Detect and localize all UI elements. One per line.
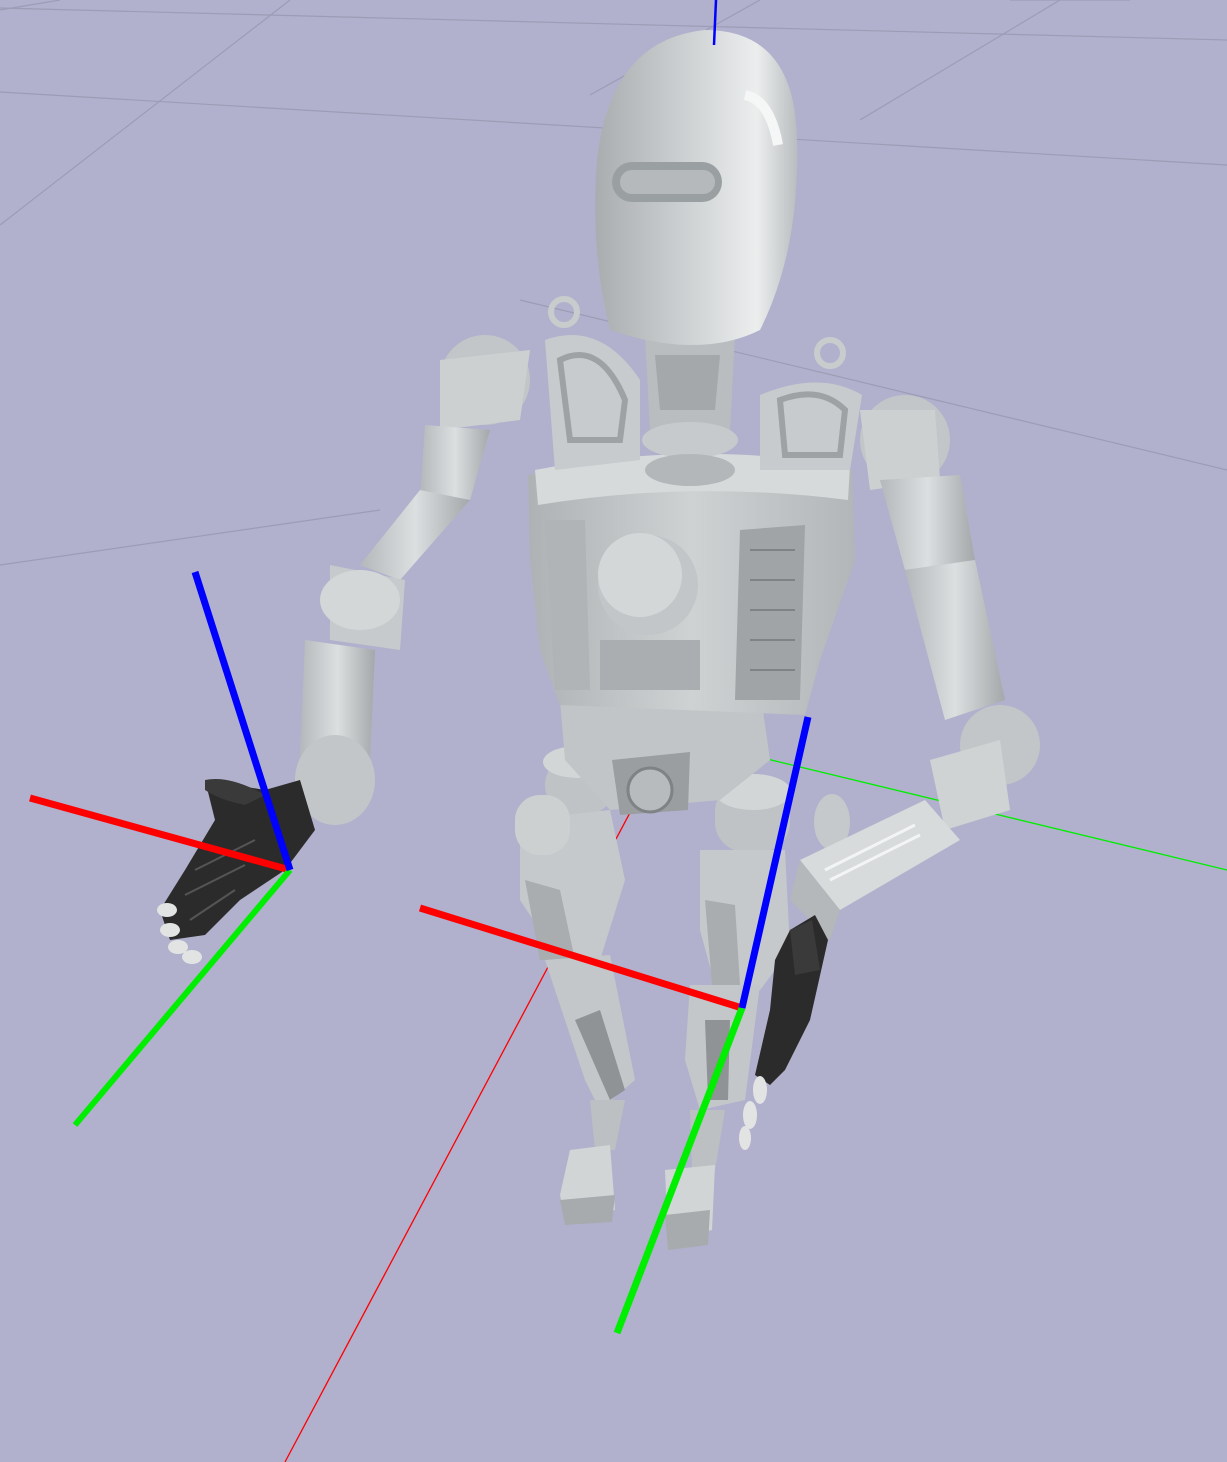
left-arm[interactable] — [295, 335, 530, 825]
scene-canvas[interactable] — [0, 0, 1227, 1462]
3d-viewport[interactable] — [0, 0, 1227, 1462]
robot-head[interactable] — [595, 30, 798, 345]
robot-model[interactable] — [157, 30, 1040, 1250]
neck[interactable] — [642, 335, 738, 486]
